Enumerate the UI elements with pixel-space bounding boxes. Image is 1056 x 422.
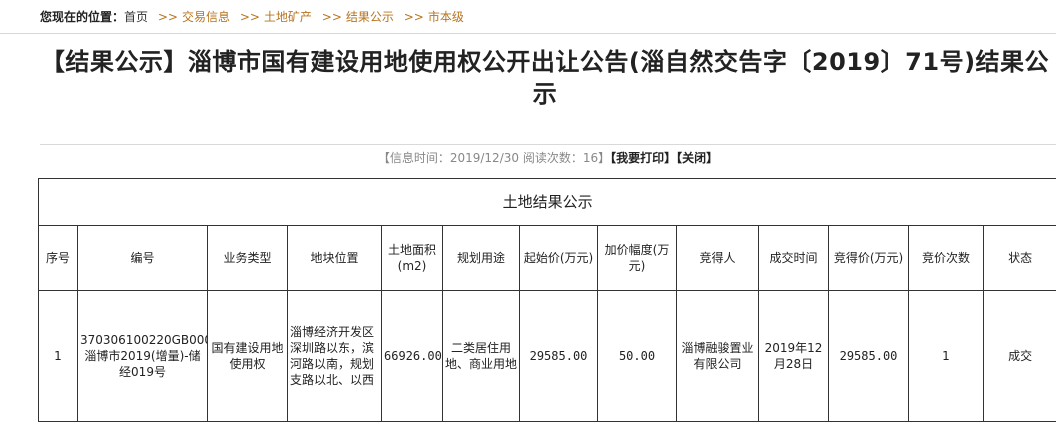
cell-planned-use: 二类居住用地、商业用地: [443, 291, 520, 422]
page-title: 【结果公示】淄博市国有建设用地使用权公开出让公告(淄自然交告字〔2019〕71号…: [40, 46, 1050, 110]
header-start-price: 起始价(万元): [520, 226, 598, 291]
breadcrumb-city-level-link[interactable]: 市本级: [428, 10, 464, 24]
breadcrumb-home-link[interactable]: 首页: [124, 10, 148, 24]
header-status: 状态: [984, 226, 1056, 291]
breadcrumb-result-notice-link[interactable]: 结果公示: [346, 10, 394, 24]
header-index: 序号: [39, 226, 78, 291]
cell-index: 1: [39, 291, 78, 422]
header-planned-use: 规划用途: [443, 226, 520, 291]
header-business-type: 业务类型: [208, 226, 288, 291]
header-winner: 竞得人: [677, 226, 759, 291]
breadcrumb-trade-info-link[interactable]: 交易信息: [182, 10, 230, 24]
breadcrumb: 您现在的位置：首页 >> 交易信息 >> 土地矿产 >> 结果公示 >> 市本级: [0, 0, 1056, 34]
breadcrumb-land-minerals-link[interactable]: 土地矿产: [264, 10, 312, 24]
cell-business-type: 国有建设用地使用权: [208, 291, 288, 422]
header-code: 编号: [78, 226, 208, 291]
header-bid-count: 竞价次数: [909, 226, 984, 291]
meta-divider: [40, 144, 1056, 145]
cell-deal-time: 2019年12月28日: [759, 291, 829, 422]
breadcrumb-separator: >>: [240, 10, 260, 24]
cell-code: 370306100220GB00048 淄博市2019(增量)-储经019号: [78, 291, 208, 422]
breadcrumb-lead: 您现在的位置：: [40, 10, 124, 24]
table-row: 1 370306100220GB00048 淄博市2019(增量)-储经019号…: [39, 291, 1056, 422]
article-meta: 【信息时间：2019/12/30 阅读次数：16】【我要打印】【关闭】: [40, 150, 1056, 166]
info-time: 【信息时间：2019/12/30: [378, 151, 519, 165]
cell-location: 淄博经济开发区深圳路以东，滨河路以南，规划支路以北、以西: [288, 291, 382, 422]
header-deal-time: 成交时间: [759, 226, 829, 291]
header-location: 地块位置: [288, 226, 382, 291]
cell-winner: 淄博融骏置业有限公司: [677, 291, 759, 422]
cell-bid-count: 1: [909, 291, 984, 422]
land-result-table: 土地结果公示 序号 编号 业务类型 地块位置 土地面积(m2) 规划用途 起始价…: [38, 178, 1056, 422]
cell-increment: 50.00: [598, 291, 677, 422]
breadcrumb-separator: >>: [158, 10, 178, 24]
header-increment: 加价幅度(万元): [598, 226, 677, 291]
breadcrumb-separator: >>: [322, 10, 342, 24]
view-count: 阅读次数：16】: [523, 151, 610, 165]
cell-start-price: 29585.00: [520, 291, 598, 422]
cell-status: 成交: [984, 291, 1056, 422]
header-winning-price: 竞得价(万元): [829, 226, 909, 291]
cell-winning-price: 29585.00: [829, 291, 909, 422]
header-area: 土地面积(m2): [382, 226, 443, 291]
close-link[interactable]: 【关闭】: [676, 151, 718, 165]
print-link[interactable]: 【我要打印】: [610, 151, 676, 165]
table-caption: 土地结果公示: [39, 179, 1056, 226]
breadcrumb-separator: >>: [404, 10, 424, 24]
cell-area: 66926.00: [382, 291, 443, 422]
